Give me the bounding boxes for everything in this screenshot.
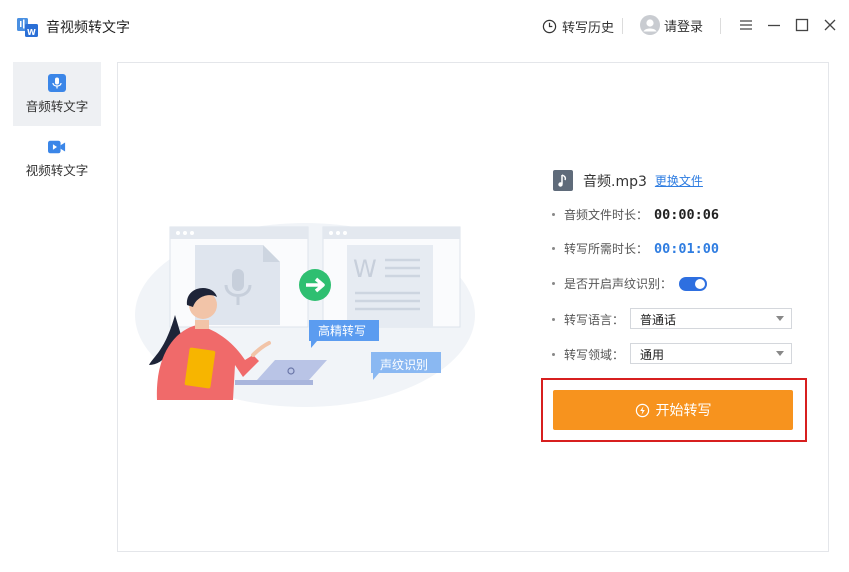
domain-row: 转写领域： [552, 346, 624, 363]
duration-value: 00:00:06 [654, 206, 720, 223]
voiceprint-label: 是否开启声纹识别： [564, 277, 673, 291]
bullet [552, 318, 555, 321]
maximize-icon[interactable] [793, 16, 811, 34]
bubble-hd: 高精转写 [318, 324, 367, 338]
bullet [552, 353, 555, 356]
language-select[interactable]: 普通话 [630, 308, 792, 329]
clock-icon [542, 19, 557, 34]
sidebar-item-label: 音频转文字 [25, 99, 89, 114]
bullet [552, 247, 555, 250]
start-transcription-button[interactable]: 开始转写 [553, 390, 793, 430]
video-camera-icon [48, 140, 66, 154]
menu-icon[interactable] [737, 16, 755, 34]
minimize-icon[interactable] [765, 16, 783, 34]
transcription-illustration: W [135, 223, 475, 407]
voiceprint-row: 是否开启声纹识别： [552, 275, 708, 292]
file-row: 音频.mp3 更换文件 [553, 170, 703, 191]
voiceprint-toggle[interactable] [679, 276, 708, 291]
duration-row: 音频文件时长： 00:00:06 [552, 206, 719, 223]
language-value: 普通话 [640, 313, 677, 327]
close-icon[interactable] [821, 16, 839, 34]
svg-text:W: W [353, 255, 377, 283]
estimated-time-label: 转写所需时长： [564, 242, 649, 256]
estimated-time-value: 00:01:00 [654, 240, 720, 257]
sidebar-item-audio-to-text[interactable]: 音频转文字 [13, 62, 101, 126]
microphone-icon [48, 74, 66, 92]
chevron-down-icon [776, 316, 784, 321]
toggle-knob [695, 278, 706, 289]
svg-text:W: W [27, 28, 36, 37]
sidebar-item-label: 视频转文字 [25, 163, 89, 178]
bubble-voiceprint: 声纹识别 [380, 358, 429, 372]
divider [622, 18, 623, 34]
start-icon [635, 403, 649, 417]
divider [720, 18, 721, 34]
bullet [552, 282, 555, 285]
language-row: 转写语言： [552, 311, 624, 328]
app-logo-icon: W [17, 18, 38, 37]
language-label: 转写语言： [564, 313, 625, 327]
bullet [552, 213, 555, 216]
app-title: 音视频转文字 [46, 20, 130, 36]
login-button[interactable]: 请登录 [640, 15, 703, 35]
duration-label: 音频文件时长： [564, 208, 649, 222]
domain-value: 通用 [640, 348, 665, 362]
app-window: W 音视频转文字 转写历史 请登录 音频转文字 视频转文字 W 高精转写 声纹识… [0, 0, 849, 572]
sidebar-item-video-to-text[interactable]: 视频转文字 [13, 126, 101, 190]
domain-label: 转写领域： [564, 348, 625, 362]
title-bar: W 音视频转文字 转写历史 请登录 [0, 0, 849, 52]
avatar-icon [640, 15, 660, 35]
music-note-icon [553, 170, 573, 191]
domain-select[interactable]: 通用 [630, 343, 792, 364]
chevron-down-icon [776, 351, 784, 356]
estimated-time-row: 转写所需时长： 00:01:00 [552, 240, 719, 257]
start-label: 开始转写 [655, 403, 712, 419]
history-button[interactable]: 转写历史 [542, 17, 614, 36]
file-name: 音频.mp3 [583, 173, 647, 190]
history-label: 转写历史 [562, 21, 615, 36]
login-label: 请登录 [664, 19, 704, 35]
change-file-link[interactable]: 更换文件 [655, 172, 703, 189]
